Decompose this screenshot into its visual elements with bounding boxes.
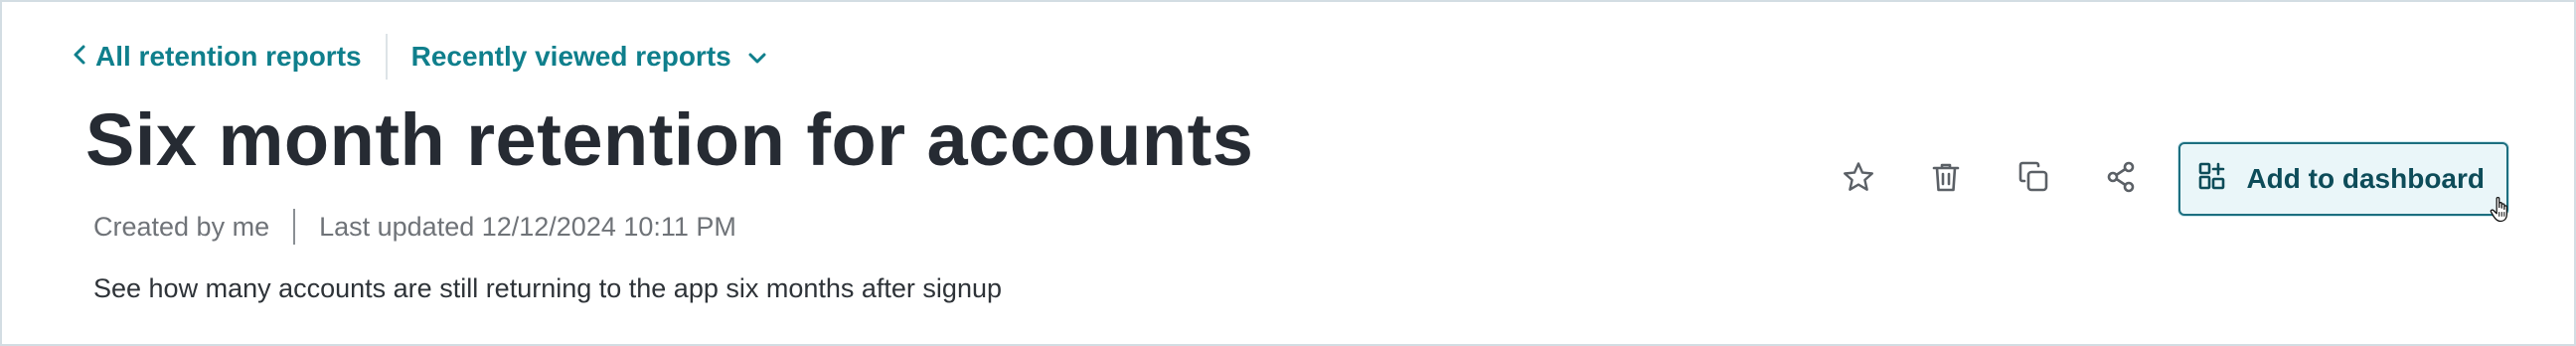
report-header-panel: All retention reports Recently viewed re… <box>0 0 2576 346</box>
copy-icon <box>2016 160 2050 199</box>
chevron-down-icon <box>747 41 767 73</box>
recently-viewed-reports-dropdown[interactable]: Recently viewed reports <box>411 41 767 73</box>
breadcrumb-divider <box>385 34 388 80</box>
meta-divider <box>293 209 296 245</box>
favorite-button[interactable] <box>1827 147 1890 211</box>
share-button[interactable] <box>2089 147 2153 211</box>
hand-pointer-cursor-icon <box>2487 196 2522 240</box>
breadcrumb: All retention reports Recently viewed re… <box>72 32 767 82</box>
created-by-text: Created by me <box>93 211 270 242</box>
add-to-dashboard-button[interactable]: Add to dashboard <box>2178 142 2508 223</box>
share-icon <box>2104 160 2138 199</box>
recent-dropdown-label: Recently viewed reports <box>410 41 731 72</box>
back-link-label: All retention reports <box>95 41 362 72</box>
chevron-left-icon <box>72 41 87 73</box>
report-description: See how many accounts are still returnin… <box>93 273 1002 303</box>
add-to-dashboard-label: Add to dashboard <box>2246 163 2485 194</box>
trash-icon <box>1929 160 1963 199</box>
report-meta: Created by me Last updated 12/12/2024 10… <box>93 207 736 247</box>
duplicate-button[interactable] <box>2002 147 2065 211</box>
report-actions: Add to dashboard <box>1827 142 2508 223</box>
back-to-retention-reports-link[interactable]: All retention reports <box>72 41 362 73</box>
last-updated-text: Last updated 12/12/2024 10:11 PM <box>319 211 736 242</box>
star-icon <box>1842 160 1875 199</box>
delete-button[interactable] <box>1914 147 1978 211</box>
dashboard-add-icon <box>2198 162 2226 197</box>
page-title: Six month retention for accounts <box>85 98 1254 181</box>
